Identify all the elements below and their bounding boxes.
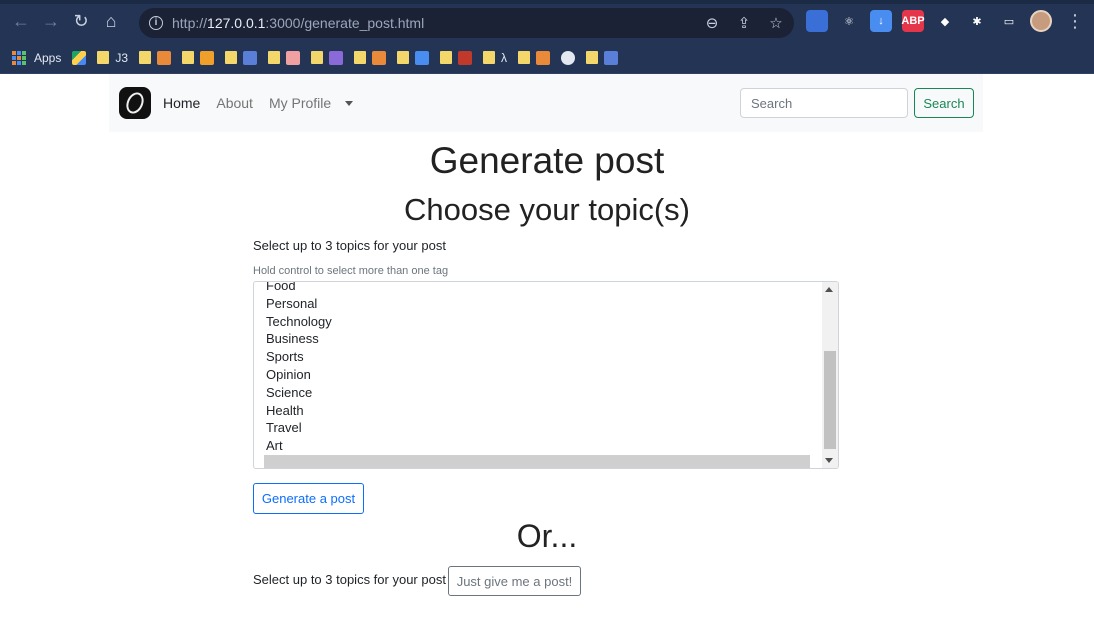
topic-option[interactable]: Health — [254, 402, 824, 420]
back-icon[interactable]: ← — [6, 6, 36, 36]
browser-toolbar: ← → ↻ ⌂ i http://127.0.0.1:3000/generate… — [0, 0, 1094, 42]
bookmark-label: λ — [501, 50, 508, 65]
chevron-down-icon[interactable] — [345, 100, 354, 106]
drive-icon — [72, 50, 87, 65]
address-bar[interactable]: i http://127.0.0.1:3000/generate_post.ht… — [139, 8, 794, 38]
folder-icon — [440, 51, 453, 64]
topics-multiselect[interactable]: Food Personal Technology Business Sports Opin… — [253, 281, 839, 469]
bookmark-label: Apps — [34, 50, 62, 65]
apps-grid-icon — [12, 50, 26, 65]
bookmark-item[interactable] — [561, 50, 576, 65]
site-favicon-icon — [372, 50, 387, 65]
brand-logo[interactable] — [119, 87, 151, 119]
reload-icon[interactable]: ↻ — [66, 6, 96, 36]
site-navbar: Home About My Profile Search — [109, 74, 983, 132]
topic-option[interactable] — [264, 454, 810, 468]
scrollbar-thumb[interactable] — [824, 351, 836, 449]
topics-help-text: Hold control to select more than one tag — [253, 265, 449, 277]
topic-option[interactable]: Technology — [254, 313, 824, 331]
topic-option[interactable]: Business — [254, 330, 824, 348]
folder-icon — [97, 51, 110, 64]
topic-option[interactable]: Personal — [254, 295, 824, 313]
extensions-area: ⚛ ↓ ABP ◆ ✱ ▭ ⋮ — [806, 10, 1084, 32]
folder-icon — [483, 51, 496, 64]
bookmark-item[interactable]: J3 — [97, 51, 128, 65]
folder-icon — [225, 51, 238, 64]
bookmark-item[interactable]: λ — [483, 51, 507, 65]
bookmark-item[interactable] — [397, 50, 430, 65]
generate-post-button[interactable]: Generate a post — [253, 483, 364, 514]
listbox-scrollbar[interactable] — [822, 282, 838, 468]
site-favicon-icon — [200, 50, 215, 65]
bookmark-label: J3 — [115, 50, 129, 65]
site-favicon-icon — [157, 50, 172, 65]
bookmark-item[interactable] — [354, 50, 387, 65]
bookmark-star-icon[interactable]: ☆ — [766, 13, 786, 33]
bookmark-item[interactable] — [311, 50, 344, 65]
bookmark-item[interactable] — [225, 50, 258, 65]
bookmark-item[interactable] — [586, 50, 619, 65]
folder-icon — [397, 51, 410, 64]
bookmark-item[interactable] — [139, 50, 172, 65]
bookmark-item[interactable] — [72, 50, 87, 65]
topic-option[interactable]: Sports — [254, 348, 824, 366]
profile-avatar[interactable] — [1030, 10, 1052, 32]
topic-option[interactable]: Art — [254, 437, 824, 455]
github-icon — [561, 50, 576, 65]
site-favicon-icon — [243, 50, 258, 65]
topic-option[interactable]: Food — [254, 282, 824, 295]
adblock-plus-icon[interactable]: ABP — [901, 10, 925, 32]
just-give-post-button[interactable]: Just give me a post! — [448, 566, 581, 596]
topic-option[interactable]: Science — [254, 384, 824, 402]
browser-menu-icon[interactable]: ⋮ — [1066, 11, 1084, 32]
site-favicon-icon — [458, 50, 473, 65]
topic-option[interactable]: Travel — [254, 419, 824, 437]
site-favicon-icon — [536, 50, 551, 65]
share-icon[interactable]: ⇪ — [734, 13, 754, 33]
folder-icon — [139, 51, 152, 64]
site-favicon-icon — [329, 50, 344, 65]
bookmark-item[interactable] — [440, 50, 473, 65]
site-info-icon[interactable]: i — [149, 16, 163, 30]
folder-icon — [354, 51, 367, 64]
folder-icon — [182, 51, 195, 64]
bookmark-item[interactable] — [182, 50, 215, 65]
random-post-label: Select up to 3 topics for your post — [253, 572, 446, 587]
search-button[interactable]: Search — [914, 88, 974, 118]
tab-strip — [0, 0, 1094, 4]
page-title: Generate post — [429, 140, 665, 181]
bookmark-item[interactable] — [268, 50, 301, 65]
or-divider-text: Or... — [516, 518, 578, 554]
page-subtitle: Choose your topic(s) — [403, 192, 690, 227]
folder-icon — [518, 51, 531, 64]
scroll-down-arrow-icon[interactable] — [825, 458, 833, 463]
site-favicon-icon — [604, 50, 619, 65]
topic-option[interactable]: Opinion — [254, 366, 824, 384]
bookmark-item[interactable] — [518, 50, 551, 65]
folder-icon — [311, 51, 324, 64]
extensions-puzzle-icon[interactable]: ✱ — [966, 10, 988, 32]
shield-extension-icon[interactable] — [806, 10, 828, 32]
site-favicon-icon — [286, 50, 301, 65]
url-text[interactable]: http://127.0.0.1:3000/generate_post.html — [172, 15, 424, 31]
folder-icon — [586, 51, 599, 64]
search-input[interactable] — [740, 88, 908, 118]
colorpick-icon[interactable]: ◆ — [934, 10, 956, 32]
bookmarks-bar: Apps J3 λ — [0, 42, 1094, 74]
forward-icon[interactable]: → — [36, 6, 66, 36]
zoom-icon[interactable]: ⊖ — [702, 13, 722, 33]
bookmark-item[interactable]: Apps — [12, 50, 62, 65]
react-devtools-icon[interactable]: ⚛ — [838, 10, 860, 32]
scroll-up-arrow-icon[interactable] — [825, 287, 833, 292]
nav-my-profile[interactable]: My Profile — [265, 95, 335, 111]
side-panel-icon[interactable]: ▭ — [998, 10, 1020, 32]
download-extension-icon[interactable]: ↓ — [870, 10, 892, 32]
nav-home[interactable]: Home — [159, 95, 204, 111]
nav-about[interactable]: About — [212, 95, 257, 111]
topics-label: Select up to 3 topics for your post — [253, 238, 446, 253]
folder-icon — [268, 51, 281, 64]
home-icon[interactable]: ⌂ — [96, 6, 126, 36]
site-favicon-icon — [415, 50, 430, 65]
